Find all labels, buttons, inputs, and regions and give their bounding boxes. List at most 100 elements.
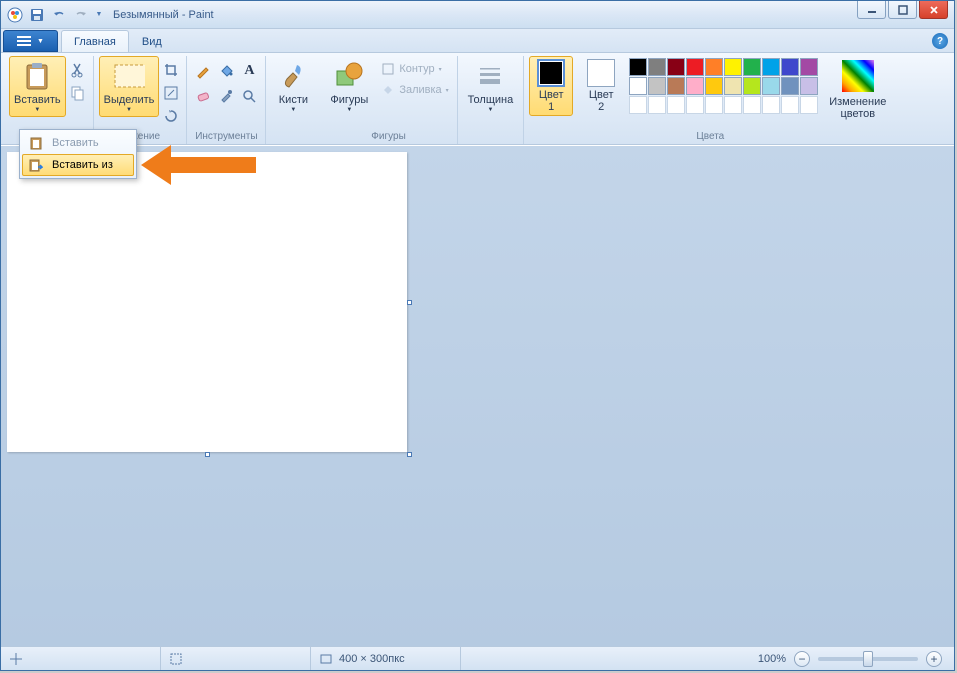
color-swatch[interactable] bbox=[705, 77, 723, 95]
color2-swatch bbox=[587, 59, 615, 87]
menu-paste-from[interactable]: Вставить из bbox=[22, 154, 134, 176]
redo-icon[interactable] bbox=[71, 5, 91, 25]
zoom-out-button[interactable]: − bbox=[794, 651, 810, 667]
fill-tool[interactable] bbox=[215, 60, 237, 82]
color-palette bbox=[629, 56, 818, 114]
app-window: ▼ Безымянный - Paint ▼ Главная Вид ? Вст… bbox=[0, 0, 955, 671]
color1-swatch bbox=[537, 59, 565, 87]
shape-outline-button[interactable]: Контур▾ bbox=[378, 60, 451, 78]
help-button[interactable]: ? bbox=[932, 33, 948, 49]
color-swatch[interactable] bbox=[686, 77, 704, 95]
canvas-workspace[interactable] bbox=[1, 145, 954, 646]
group-colors: Цвет 1 Цвет 2 Изменение цветов Цвета bbox=[524, 56, 896, 144]
color-swatch-empty[interactable] bbox=[686, 96, 704, 114]
undo-icon[interactable] bbox=[49, 5, 69, 25]
eraser-tool[interactable] bbox=[192, 85, 214, 107]
crop-button[interactable] bbox=[161, 60, 181, 80]
color-swatch[interactable] bbox=[800, 58, 818, 76]
maximize-button[interactable] bbox=[888, 1, 917, 19]
color-swatch-empty[interactable] bbox=[705, 96, 723, 114]
shapes-button[interactable]: Фигуры ▼ bbox=[325, 56, 373, 117]
color-swatch[interactable] bbox=[762, 58, 780, 76]
resize-handle-e[interactable] bbox=[407, 300, 412, 305]
app-icon[interactable] bbox=[5, 5, 25, 25]
group-shapes: Фигуры ▼ Контур▾ Заливка▾ Фигуры bbox=[320, 56, 457, 144]
zoom-slider[interactable] bbox=[818, 657, 918, 661]
qat-dropdown-icon[interactable]: ▼ bbox=[93, 5, 105, 25]
resize-handle-se[interactable] bbox=[407, 452, 412, 457]
canvas[interactable] bbox=[7, 152, 407, 452]
group-size: Толщина ▼ bbox=[458, 56, 525, 144]
minimize-button[interactable] bbox=[857, 1, 886, 19]
select-button[interactable]: Выделить ▼ bbox=[99, 56, 160, 117]
cursor-position bbox=[1, 647, 161, 670]
eyedropper-tool[interactable] bbox=[215, 85, 237, 107]
copy-button[interactable] bbox=[68, 83, 88, 103]
magnifier-tool[interactable] bbox=[238, 85, 260, 107]
shape-fill-button[interactable]: Заливка▾ bbox=[378, 81, 451, 99]
color2-button[interactable]: Цвет 2 bbox=[579, 56, 623, 116]
cut-button[interactable] bbox=[68, 60, 88, 80]
zoom-slider-thumb[interactable] bbox=[863, 651, 873, 667]
color-swatch-empty[interactable] bbox=[724, 96, 742, 114]
color-swatch-empty[interactable] bbox=[743, 96, 761, 114]
color-swatch[interactable] bbox=[667, 58, 685, 76]
resize-handle-s[interactable] bbox=[205, 452, 210, 457]
tab-home[interactable]: Главная bbox=[61, 30, 129, 52]
color-swatch[interactable] bbox=[724, 58, 742, 76]
select-icon bbox=[113, 60, 145, 92]
pencil-tool[interactable] bbox=[192, 60, 214, 82]
color-swatch-empty[interactable] bbox=[629, 96, 647, 114]
tab-view[interactable]: Вид bbox=[129, 30, 175, 52]
zoom-in-button[interactable]: + bbox=[926, 651, 942, 667]
dimensions-icon bbox=[319, 652, 333, 666]
color-swatch-empty[interactable] bbox=[762, 96, 780, 114]
stroke-width-icon bbox=[474, 60, 506, 92]
paste-dropdown-menu: Вставить Вставить из bbox=[19, 129, 137, 179]
color-swatch[interactable] bbox=[629, 77, 647, 95]
canvas-dimensions: 400 × 300пкс bbox=[311, 647, 461, 670]
color-swatch[interactable] bbox=[743, 58, 761, 76]
color1-button[interactable]: Цвет 1 bbox=[529, 56, 573, 116]
color-swatch-empty[interactable] bbox=[800, 96, 818, 114]
paste-button[interactable]: Вставить ▼ bbox=[9, 56, 66, 117]
clipboard-icon bbox=[28, 135, 44, 151]
edit-colors-button[interactable]: Изменение цветов bbox=[824, 56, 891, 124]
menu-paste[interactable]: Вставить bbox=[22, 132, 134, 154]
chevron-down-icon: ▼ bbox=[34, 107, 40, 113]
color-swatch[interactable] bbox=[667, 77, 685, 95]
color-swatch-empty[interactable] bbox=[648, 96, 666, 114]
color-swatch-empty[interactable] bbox=[667, 96, 685, 114]
color-swatch[interactable] bbox=[724, 77, 742, 95]
color-swatch[interactable] bbox=[648, 77, 666, 95]
color-swatch[interactable] bbox=[648, 58, 666, 76]
file-menu-button[interactable]: ▼ bbox=[3, 30, 58, 52]
color-swatch[interactable] bbox=[762, 77, 780, 95]
color-swatch[interactable] bbox=[629, 58, 647, 76]
text-tool[interactable]: A bbox=[238, 60, 260, 82]
close-button[interactable] bbox=[919, 1, 948, 19]
outline-icon bbox=[381, 62, 395, 76]
chevron-down-icon: ▼ bbox=[126, 107, 132, 113]
color-swatch[interactable] bbox=[781, 77, 799, 95]
color-swatch[interactable] bbox=[705, 58, 723, 76]
selection-icon bbox=[169, 652, 183, 666]
rotate-button[interactable] bbox=[161, 106, 181, 126]
resize-button[interactable] bbox=[161, 83, 181, 103]
color-swatch[interactable] bbox=[800, 77, 818, 95]
chevron-down-icon: ▼ bbox=[346, 107, 352, 113]
brushes-button[interactable]: Кисти ▼ bbox=[271, 56, 315, 117]
zoom-level: 100% bbox=[758, 653, 786, 665]
chevron-down-icon: ▼ bbox=[487, 107, 493, 113]
brush-icon bbox=[277, 60, 309, 92]
size-button[interactable]: Толщина ▼ bbox=[463, 56, 519, 117]
status-spacer bbox=[461, 647, 758, 670]
ribbon: Вставить ▼ Буфер Выделить ▼ bbox=[1, 53, 954, 145]
color-swatch-empty[interactable] bbox=[781, 96, 799, 114]
save-icon[interactable] bbox=[27, 5, 47, 25]
color-swatch[interactable] bbox=[781, 58, 799, 76]
color-swatch[interactable] bbox=[743, 77, 761, 95]
color-swatch[interactable] bbox=[686, 58, 704, 76]
title-bar: ▼ Безымянный - Paint bbox=[1, 1, 954, 29]
ribbon-tabs: ▼ Главная Вид ? bbox=[1, 29, 954, 53]
